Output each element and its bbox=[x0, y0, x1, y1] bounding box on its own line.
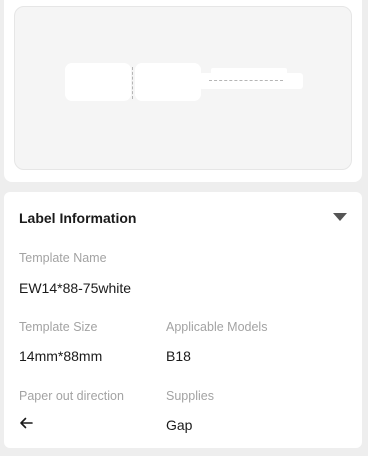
paper-out-direction-label: Paper out direction bbox=[19, 389, 124, 403]
collapse-caret-icon[interactable] bbox=[333, 213, 347, 221]
template-name-label: Template Name bbox=[19, 251, 107, 265]
label-information-card: Label Information Template Name EW14*88-… bbox=[4, 192, 362, 448]
template-name-value: EW14*88-75white bbox=[19, 280, 132, 296]
supplies-value: Gap bbox=[166, 417, 193, 433]
label-preview-card bbox=[4, 0, 362, 182]
supplies-label: Supplies bbox=[166, 389, 214, 403]
template-size-value: 14mm*88mm bbox=[19, 348, 103, 364]
applicable-models-label: Applicable Models bbox=[166, 320, 268, 334]
label-tail bbox=[199, 73, 303, 89]
label-segment-left bbox=[65, 63, 131, 101]
applicable-models-value: B18 bbox=[166, 348, 191, 364]
label-segment-right bbox=[135, 63, 201, 101]
left-arrow-icon bbox=[20, 417, 33, 429]
label-preview-area bbox=[14, 6, 352, 170]
template-size-label: Template Size bbox=[19, 320, 98, 334]
section-title: Label Information bbox=[19, 210, 137, 226]
tail-fold-line bbox=[209, 80, 283, 81]
perforation-line bbox=[132, 67, 133, 99]
